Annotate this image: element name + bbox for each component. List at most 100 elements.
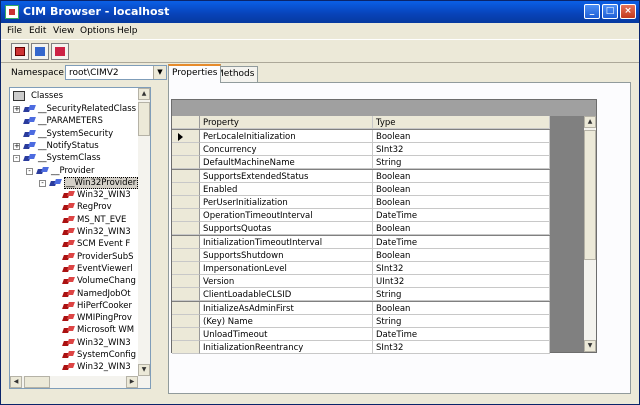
- maximize-button[interactable]: □: [602, 4, 618, 19]
- menu-file[interactable]: File: [7, 26, 22, 36]
- properties-grid[interactable]: Property Type PerLocaleInitialization Boo…: [171, 99, 597, 355]
- property-name-cell[interactable]: InitializationTimeoutInterval: [200, 235, 373, 249]
- row-header[interactable]: [172, 248, 200, 262]
- scroll-left-icon[interactable]: ◀: [10, 376, 22, 388]
- instance-browse-button[interactable]: [51, 43, 69, 60]
- property-type-cell[interactable]: String: [373, 314, 550, 328]
- column-header-type[interactable]: Type: [373, 116, 550, 129]
- tree-item-label: NamedJobOt: [77, 288, 131, 299]
- property-name-cell[interactable]: ImpersonationLevel: [200, 262, 373, 275]
- row-header[interactable]: [172, 275, 200, 289]
- row-header[interactable]: [172, 341, 200, 355]
- row-header[interactable]: [172, 156, 200, 170]
- row-header[interactable]: [172, 314, 200, 328]
- menu-bar: File Edit View Options Help: [1, 23, 639, 39]
- tree-item-label: WMIPingProv: [77, 313, 132, 324]
- grid-vertical-scrollbar[interactable]: ▲ ▼: [584, 116, 596, 352]
- class-icon: [63, 216, 75, 225]
- scroll-down-icon[interactable]: ▼: [584, 340, 596, 352]
- row-header[interactable]: [172, 235, 200, 249]
- scroll-down-icon[interactable]: ▼: [138, 364, 150, 376]
- close-button[interactable]: ×: [620, 4, 636, 19]
- tree-item-label: Win32_WIN3: [77, 190, 131, 201]
- property-type-cell[interactable]: DateTime: [373, 235, 550, 249]
- tree-expander-icon[interactable]: -: [13, 155, 20, 163]
- row-header[interactable]: [172, 182, 200, 196]
- property-name-cell[interactable]: UnloadTimeout: [200, 328, 373, 341]
- property-type-cell[interactable]: Boolean: [373, 182, 550, 196]
- property-type-cell[interactable]: Boolean: [373, 196, 550, 209]
- property-name-cell[interactable]: ClientLoadableCLSID: [200, 288, 373, 302]
- class-icon: [24, 154, 36, 163]
- scroll-up-icon[interactable]: ▲: [584, 116, 596, 128]
- property-type-cell[interactable]: Boolean: [373, 248, 550, 262]
- title-bar[interactable]: CIM Browser - localhost _ □ ×: [1, 1, 639, 23]
- menu-help[interactable]: Help: [117, 26, 138, 36]
- property-name-cell[interactable]: (Key) Name: [200, 314, 373, 328]
- property-name-cell[interactable]: SupportsQuotas: [200, 222, 373, 236]
- property-name-cell[interactable]: Version: [200, 275, 373, 289]
- row-header[interactable]: [172, 169, 200, 183]
- namespace-combo[interactable]: root\CIMV2 ▼: [65, 65, 167, 80]
- property-type-cell[interactable]: SInt32: [373, 262, 550, 275]
- scroll-right-icon[interactable]: ▶: [126, 376, 138, 388]
- tree-expander-icon[interactable]: +: [13, 106, 20, 113]
- class-icon: [37, 167, 49, 176]
- property-name-cell[interactable]: OperationTimeoutInterval: [200, 209, 373, 223]
- property-name-cell[interactable]: InitializeAsAdminFirst: [200, 301, 373, 315]
- row-header[interactable]: [172, 209, 200, 223]
- class-browse-button[interactable]: [31, 43, 49, 60]
- row-header[interactable]: [172, 222, 200, 236]
- menu-options[interactable]: Options: [80, 26, 115, 36]
- row-header[interactable]: [172, 328, 200, 341]
- row-header[interactable]: [172, 262, 200, 275]
- class-icon: [63, 253, 75, 262]
- row-header[interactable]: [172, 196, 200, 209]
- tree-expander-icon[interactable]: +: [13, 142, 20, 150]
- minimize-button[interactable]: _: [584, 4, 600, 19]
- property-name-cell[interactable]: SupportsShutdown: [200, 248, 373, 262]
- property-name-cell[interactable]: SupportsExtendedStatus: [200, 169, 373, 183]
- property-name-cell[interactable]: Concurrency: [200, 143, 373, 157]
- property-type-cell[interactable]: Boolean: [373, 130, 550, 143]
- class-tree[interactable]: Classes + __SecurityRelatedClass __PARAMET…: [9, 87, 151, 389]
- property-type-cell[interactable]: Boolean: [373, 169, 550, 183]
- tab-properties[interactable]: Properties: [168, 64, 222, 83]
- property-name-cell[interactable]: PerLocaleInitialization: [200, 130, 373, 143]
- property-type-cell[interactable]: Boolean: [373, 222, 550, 236]
- property-type-cell[interactable]: UInt32: [373, 275, 550, 289]
- tree-vertical-scrollbar[interactable]: ▲ ▼: [138, 88, 150, 376]
- row-header[interactable]: [172, 130, 200, 143]
- tree-horizontal-scrollbar[interactable]: ◀ ▶: [10, 376, 150, 388]
- row-header[interactable]: [172, 288, 200, 302]
- column-header-property[interactable]: Property: [200, 116, 373, 129]
- property-name-cell[interactable]: InitializationReentrancy: [200, 341, 373, 355]
- scroll-up-icon[interactable]: ▲: [138, 88, 150, 100]
- property-type-cell[interactable]: DateTime: [373, 209, 550, 223]
- property-type-cell[interactable]: DateTime: [373, 328, 550, 341]
- connect-button[interactable]: [11, 43, 29, 60]
- row-header[interactable]: [172, 301, 200, 315]
- property-name-cell[interactable]: Enabled: [200, 182, 373, 196]
- tree-item-label: SCM Event F: [77, 239, 131, 250]
- scroll-thumb[interactable]: [584, 130, 596, 260]
- menu-edit[interactable]: Edit: [29, 26, 46, 36]
- tree-expander-icon[interactable]: -: [39, 179, 46, 187]
- property-name-cell[interactable]: PerUserInitialization: [200, 196, 373, 209]
- property-type-cell[interactable]: SInt32: [373, 341, 550, 355]
- tree-item-label: __Provider: [51, 165, 95, 176]
- property-type-cell[interactable]: Boolean: [373, 301, 550, 315]
- property-type-cell[interactable]: String: [373, 156, 550, 170]
- menu-view[interactable]: View: [53, 26, 74, 36]
- row-header[interactable]: [172, 143, 200, 157]
- tree-expander-icon[interactable]: -: [26, 167, 33, 175]
- tree-item-label: Win32_WIN3: [77, 337, 131, 348]
- property-type-cell[interactable]: String: [373, 288, 550, 302]
- scroll-thumb[interactable]: [138, 102, 150, 136]
- property-name-cell[interactable]: DefaultMachineName: [200, 156, 373, 170]
- property-type-cell[interactable]: SInt32: [373, 143, 550, 157]
- scroll-thumb[interactable]: [24, 376, 50, 388]
- chevron-down-icon[interactable]: ▼: [153, 66, 166, 79]
- class-icon: [63, 302, 75, 311]
- class-icon: [35, 47, 45, 56]
